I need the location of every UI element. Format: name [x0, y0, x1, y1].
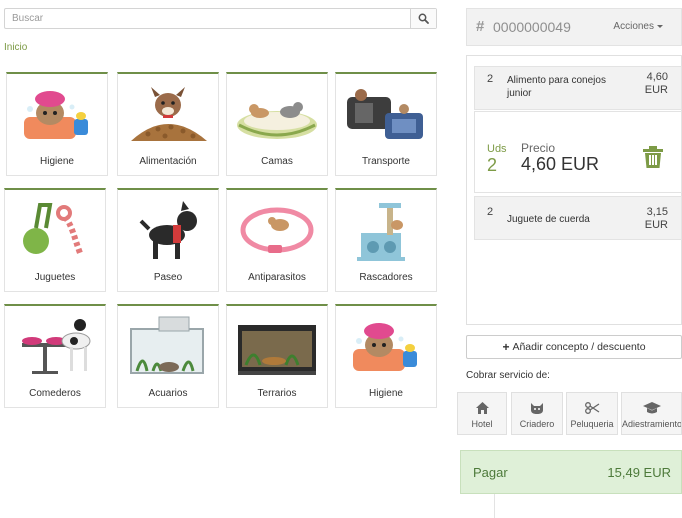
search-box: [4, 8, 437, 29]
pet-bed-image: [231, 78, 323, 150]
order-line[interactable]: 2 Juguete de cuerda 3,15 EUR: [474, 196, 682, 240]
service-label: Adiestramiento: [622, 419, 682, 429]
actions-label: Acciones: [613, 21, 654, 32]
actions-dropdown[interactable]: Acciones: [613, 21, 663, 32]
caret-down-icon: [657, 24, 663, 28]
category-label: Paseo: [153, 272, 183, 283]
category-tile-acuarios[interactable]: Acuarios: [117, 304, 219, 408]
units-value[interactable]: 2: [487, 155, 497, 176]
category-tile-camas[interactable]: Camas: [226, 72, 328, 176]
service-criadero-button[interactable]: Criadero: [511, 392, 563, 435]
divider: [494, 494, 495, 518]
pay-total: 15,49 EUR: [607, 465, 671, 480]
units-label: Uds: [487, 143, 507, 155]
flea-collar-image: [231, 194, 323, 266]
category-label: Acuarios: [148, 388, 188, 399]
pay-label: Pagar: [473, 465, 508, 480]
terrarium-image: [231, 310, 323, 382]
scissors-icon: [584, 402, 599, 414]
add-concept-label: Añadir concepto / descuento: [512, 341, 646, 353]
service-peluqueria-button[interactable]: Peluqueria: [566, 392, 618, 435]
search-button[interactable]: [410, 9, 436, 28]
category-tile-terrarios[interactable]: Terrarios: [226, 304, 328, 408]
line-name: Juguete de cuerda: [507, 214, 590, 225]
rope-toy-image: [9, 194, 101, 266]
add-concept-button[interactable]: + Añadir concepto / descuento: [466, 335, 682, 359]
dog-harness-image: [122, 194, 214, 266]
category-tile-paseo[interactable]: Paseo: [117, 188, 219, 292]
line-price: 3,15 EUR: [645, 206, 668, 232]
category-label: Higiene: [40, 156, 74, 167]
order-line[interactable]: 2 Alimento para conejos junior 4,60 EUR: [474, 66, 682, 110]
line-detail: Uds 2 Precio 4,60 EUR: [474, 111, 682, 193]
category-label: Terrarios: [257, 388, 297, 399]
line-price-currency: EUR: [644, 84, 668, 96]
search-input[interactable]: [5, 9, 410, 28]
line-name: Alimento para conejos junior: [507, 75, 606, 99]
category-label: Alimentación: [139, 156, 197, 167]
category-tile-higiene[interactable]: Higiene: [6, 72, 108, 176]
category-label: Rascadores: [359, 272, 413, 283]
service-adiestramiento-button[interactable]: Adiestramiento: [621, 392, 682, 435]
services-label: Cobrar servicio de:: [466, 370, 550, 381]
category-label: Higiene: [369, 388, 403, 399]
search-icon: [418, 13, 429, 24]
line-quantity: 2: [487, 73, 494, 85]
category-label: Juguetes: [34, 272, 76, 283]
line-price: 4,60 EUR: [645, 71, 668, 97]
line-price-value: 4,60: [646, 71, 668, 83]
category-label: Comederos: [29, 388, 81, 399]
hash-icon: #: [476, 18, 485, 35]
dog-bowls-image: [9, 310, 101, 382]
service-label: Peluqueria: [570, 419, 614, 429]
service-label: Hotel: [471, 419, 493, 429]
category-label: Transporte: [362, 156, 410, 167]
category-label: Antiparasitos: [248, 272, 306, 283]
order-number: 0000000049: [493, 19, 571, 35]
graduation-cap-icon: [642, 402, 661, 414]
dog-bath-image: [11, 78, 103, 150]
category-label: Camas: [261, 156, 293, 167]
category-tile-antiparasitos[interactable]: Antiparasitos: [226, 188, 328, 292]
cat-face-icon: [531, 403, 543, 414]
breadcrumb-home[interactable]: Inicio: [4, 42, 27, 53]
category-tile-comederos[interactable]: Comederos: [4, 304, 106, 408]
line-price-currency: EUR: [644, 219, 668, 231]
trash-icon: [643, 146, 663, 168]
category-tile-higiene-2[interactable]: Higiene: [335, 304, 437, 408]
line-quantity: 2: [487, 206, 494, 218]
plus-icon: +: [502, 340, 510, 354]
price-value[interactable]: 4,60 EUR: [521, 154, 599, 175]
service-hotel-button[interactable]: Hotel: [457, 392, 507, 435]
aquarium-image: [122, 310, 214, 382]
pay-button[interactable]: Pagar 15,49 EUR: [460, 450, 682, 494]
cat-scratcher-image: [340, 194, 432, 266]
category-tile-transporte[interactable]: Transporte: [335, 72, 437, 176]
house-icon: [475, 402, 489, 414]
price-label: Precio: [521, 141, 556, 155]
category-tile-rascadores[interactable]: Rascadores: [335, 188, 437, 292]
delete-line-button[interactable]: [642, 145, 664, 174]
line-price-value: 3,15: [646, 206, 668, 218]
order-header: # 0000000049 Acciones: [466, 8, 682, 46]
dog-food-image: [122, 78, 214, 150]
category-tile-juguetes[interactable]: Juguetes: [4, 188, 106, 292]
pet-carrier-image: [340, 78, 432, 150]
dog-bath-image: [340, 310, 432, 382]
category-tile-alimentacion[interactable]: Alimentación: [117, 72, 219, 176]
service-label: Criadero: [519, 419, 555, 429]
